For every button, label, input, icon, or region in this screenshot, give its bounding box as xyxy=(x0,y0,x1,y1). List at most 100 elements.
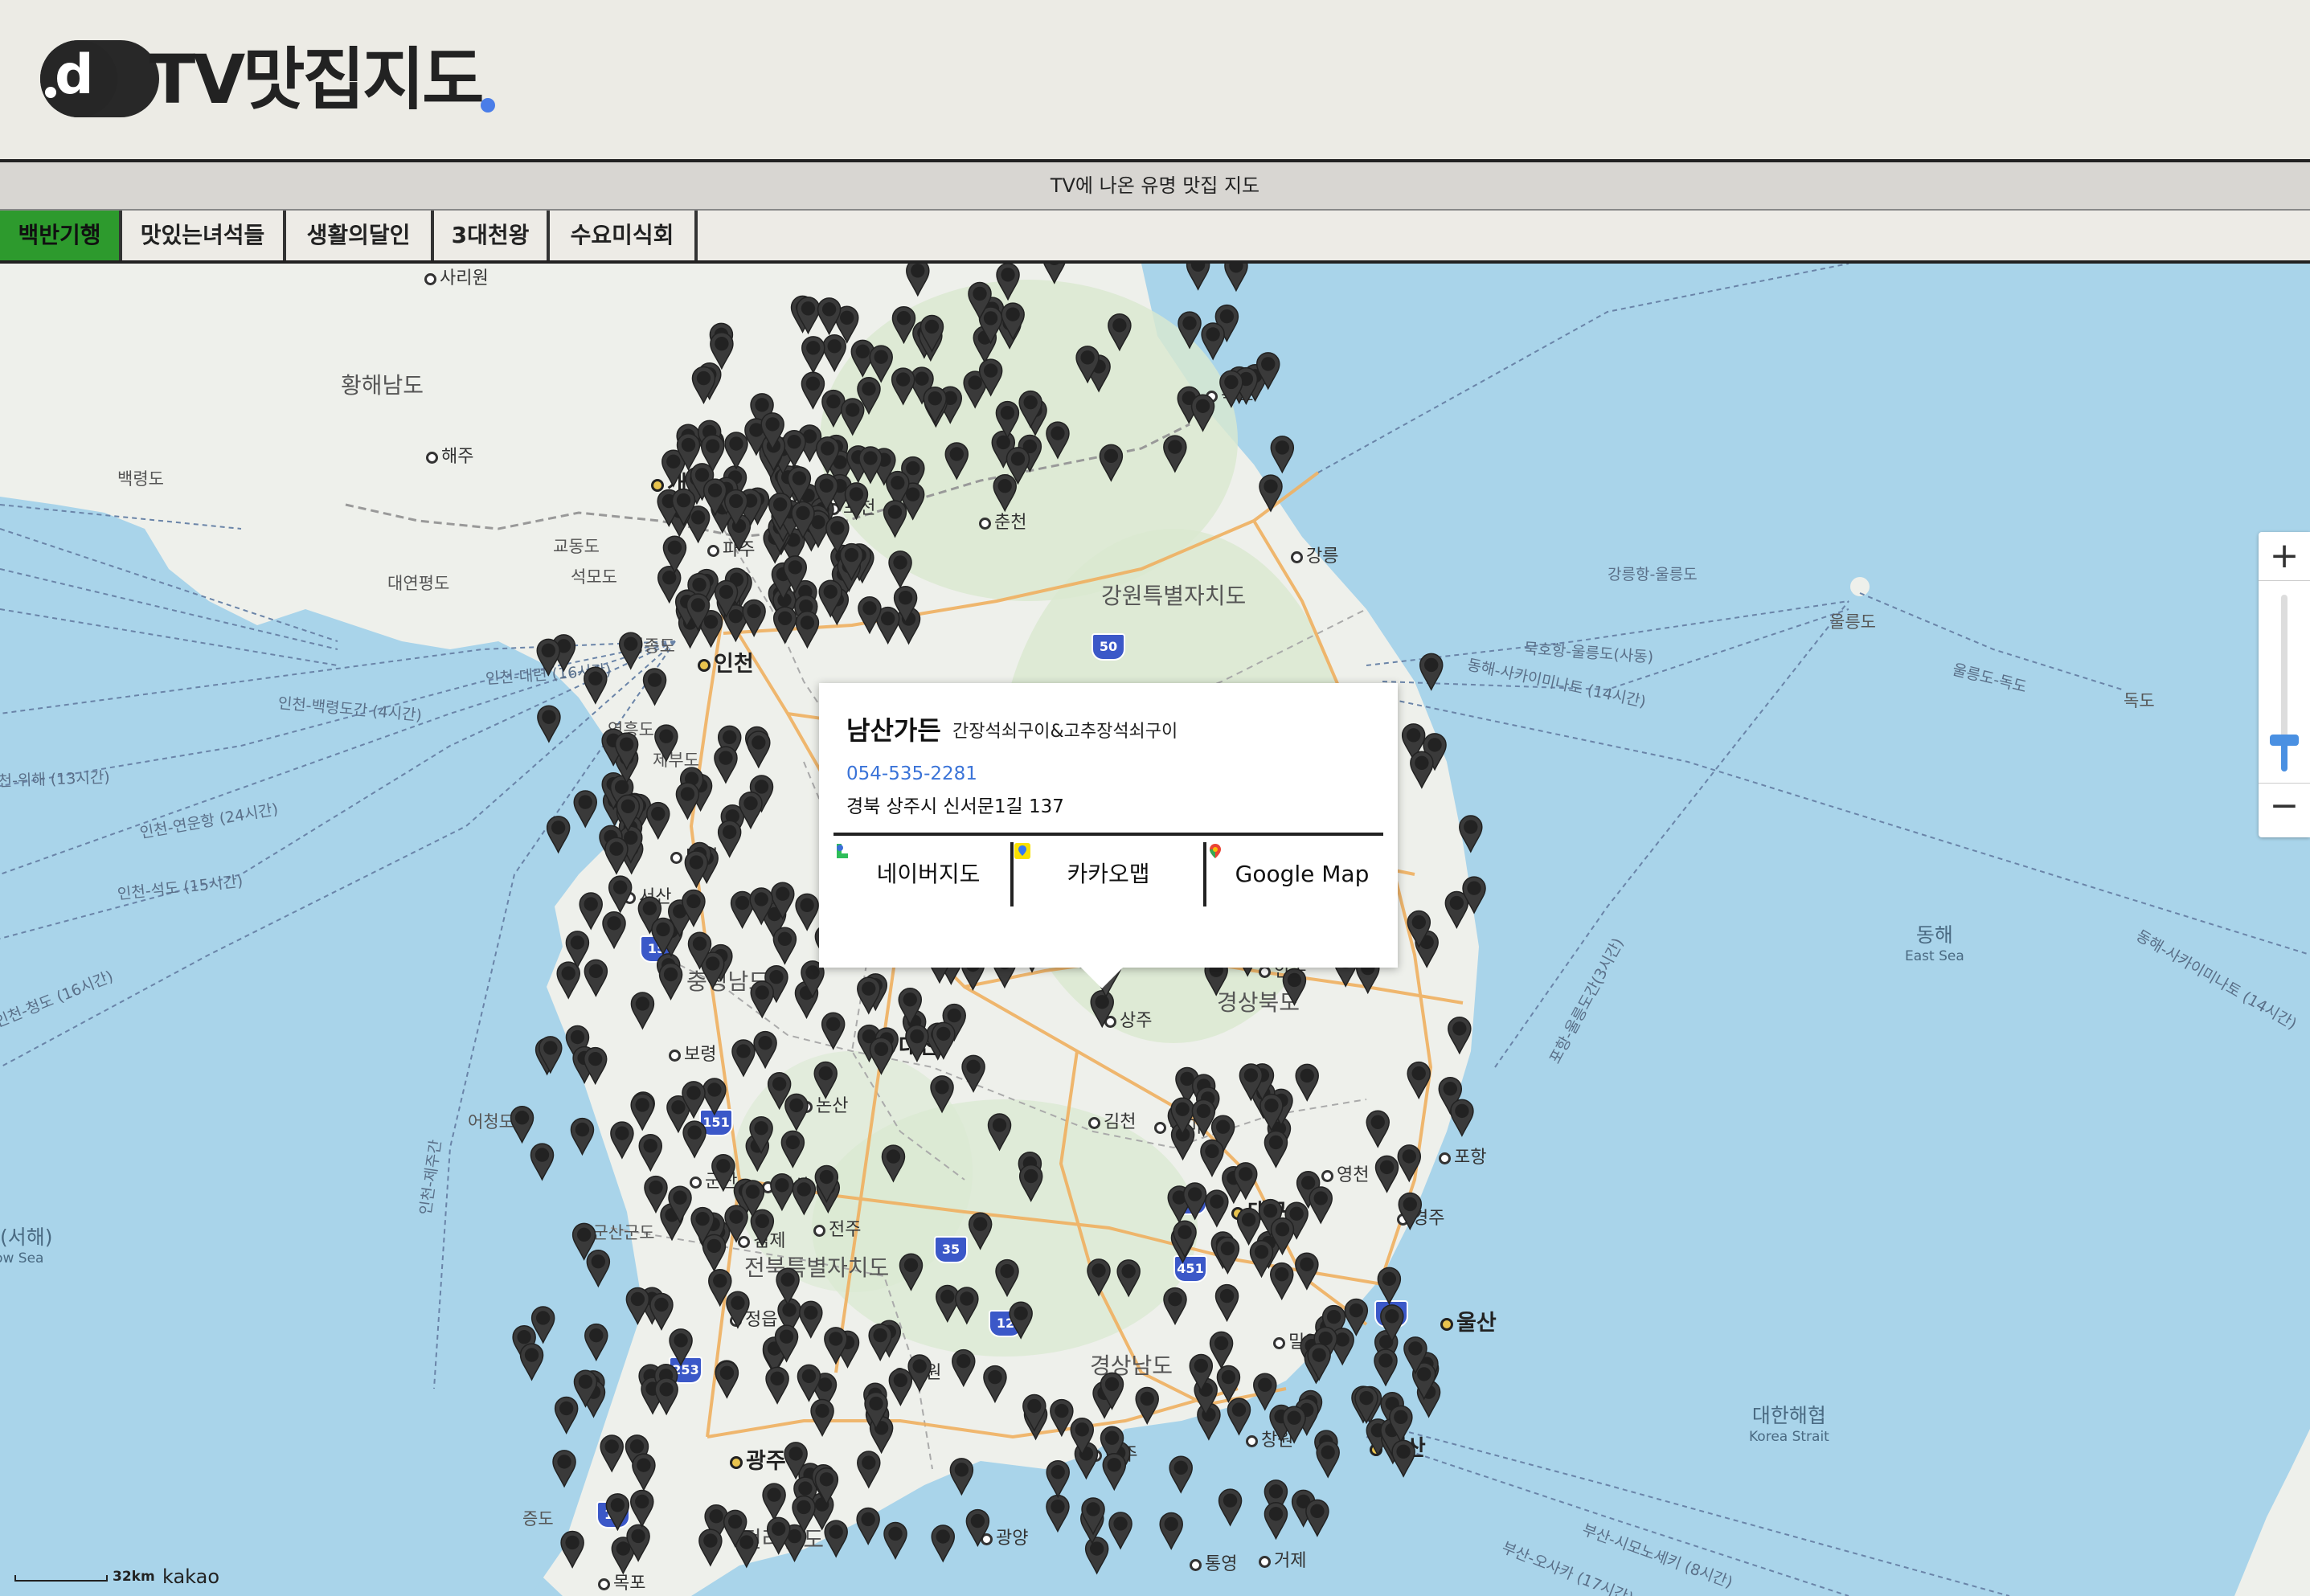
restaurant-marker[interactable] xyxy=(654,1377,678,1416)
restaurant-marker[interactable] xyxy=(883,1521,907,1560)
restaurant-marker[interactable] xyxy=(1163,435,1187,473)
restaurant-marker[interactable] xyxy=(1227,1398,1251,1436)
restaurant-marker[interactable] xyxy=(996,264,1020,301)
restaurant-marker[interactable] xyxy=(742,599,766,637)
restaurant-marker[interactable] xyxy=(1099,444,1124,482)
kakao-map-button[interactable]: 카카오맵 xyxy=(1014,842,1203,906)
restaurant-marker[interactable] xyxy=(1295,1063,1319,1102)
restaurant-marker[interactable] xyxy=(869,345,893,383)
restaurant-marker[interactable] xyxy=(1269,1262,1294,1301)
restaurant-marker[interactable] xyxy=(584,666,608,705)
restaurant-marker[interactable] xyxy=(646,801,670,841)
restaurant-marker[interactable] xyxy=(810,1398,834,1437)
restaurant-marker[interactable] xyxy=(1116,1259,1141,1298)
restaurant-marker[interactable] xyxy=(630,1093,654,1132)
tab-three-kings[interactable]: 3대천왕 xyxy=(434,211,550,260)
restaurant-marker[interactable] xyxy=(955,1287,979,1325)
restaurant-marker[interactable] xyxy=(1305,1499,1329,1537)
restaurant-marker[interactable] xyxy=(625,1287,650,1325)
restaurant-marker[interactable] xyxy=(899,1253,924,1291)
restaurant-marker[interactable] xyxy=(1186,264,1210,291)
restaurant-marker[interactable] xyxy=(993,474,1017,513)
restaurant-marker[interactable] xyxy=(944,442,969,481)
restaurant-marker[interactable] xyxy=(539,1036,563,1074)
restaurant-marker[interactable] xyxy=(584,1323,608,1362)
restaurant-marker[interactable] xyxy=(552,1450,576,1488)
restaurant-marker[interactable] xyxy=(583,1046,608,1086)
restaurant-marker[interactable] xyxy=(1253,1373,1277,1411)
restaurant-marker[interactable] xyxy=(801,336,825,374)
restaurant-marker[interactable] xyxy=(792,1177,817,1216)
restaurant-marker[interactable] xyxy=(1043,264,1066,284)
restaurant-marker[interactable] xyxy=(1295,1252,1319,1291)
restaurant-marker[interactable] xyxy=(608,875,633,914)
restaurant-marker[interactable] xyxy=(1309,1186,1333,1225)
restaurant-marker[interactable] xyxy=(891,367,915,406)
restaurant-marker[interactable] xyxy=(1249,1240,1274,1279)
restaurant-marker[interactable] xyxy=(724,432,748,470)
restaurant-marker[interactable] xyxy=(1084,1537,1109,1575)
restaurant-marker[interactable] xyxy=(717,820,742,858)
restaurant-marker[interactable] xyxy=(715,1361,739,1399)
naver-map-button[interactable]: 네이버지도 xyxy=(833,842,1023,906)
restaurant-marker[interactable] xyxy=(586,1250,611,1288)
restaurant-marker[interactable] xyxy=(858,596,882,635)
restaurant-marker[interactable] xyxy=(1264,1502,1288,1541)
restaurant-marker[interactable] xyxy=(813,1061,838,1099)
restaurant-marker[interactable] xyxy=(537,705,561,743)
restaurant-marker[interactable] xyxy=(961,1054,985,1093)
restaurant-marker[interactable] xyxy=(930,1075,954,1114)
restaurant-marker[interactable] xyxy=(795,893,819,931)
tab-master-of-life[interactable]: 생활의달인 xyxy=(286,211,434,260)
restaurant-marker[interactable] xyxy=(765,1366,789,1405)
restaurant-marker[interactable] xyxy=(1419,653,1444,691)
restaurant-marker[interactable] xyxy=(1046,421,1070,460)
restaurant-marker[interactable] xyxy=(1410,751,1434,789)
restaurant-marker[interactable] xyxy=(824,1520,848,1558)
restaurant-marker[interactable] xyxy=(536,638,561,677)
restaurant-marker[interactable] xyxy=(747,730,771,769)
restaurant-marker[interactable] xyxy=(658,962,683,1001)
restaurant-marker[interactable] xyxy=(1450,1099,1474,1137)
restaurant-marker[interactable] xyxy=(1108,313,1132,352)
restaurant-marker[interactable] xyxy=(1236,1207,1261,1246)
restaurant-marker[interactable] xyxy=(649,1292,674,1331)
restaurant-marker[interactable] xyxy=(1108,1512,1132,1550)
restaurant-marker[interactable] xyxy=(772,606,797,645)
restaurant-marker[interactable] xyxy=(888,550,912,589)
restaurant-marker[interactable] xyxy=(1205,1189,1229,1228)
zoom-in-button[interactable]: + xyxy=(2259,532,2310,581)
restaurant-marker[interactable] xyxy=(1046,1460,1070,1499)
restaurant-marker[interactable] xyxy=(776,1267,800,1306)
restaurant-marker[interactable] xyxy=(936,1284,960,1323)
restaurant-marker[interactable] xyxy=(881,1144,906,1183)
restaurant-phone[interactable]: 054-535-2281 xyxy=(846,763,977,784)
restaurant-name[interactable]: 남산가든 xyxy=(846,710,941,747)
restaurant-marker[interactable] xyxy=(1218,1488,1243,1527)
restaurant-marker[interactable] xyxy=(714,746,738,784)
restaurant-marker[interactable] xyxy=(702,1078,727,1116)
restaurant-marker[interactable] xyxy=(1102,1453,1127,1492)
restaurant-marker[interactable] xyxy=(1046,1494,1070,1533)
restaurant-marker[interactable] xyxy=(556,961,580,1000)
restaurant-marker[interactable] xyxy=(530,1143,555,1181)
restaurant-marker[interactable] xyxy=(844,482,869,521)
restaurant-marker[interactable] xyxy=(570,1117,595,1156)
restaurant-marker[interactable] xyxy=(1018,1164,1043,1202)
restaurant-marker[interactable] xyxy=(1444,890,1469,930)
tab-wednesday-food[interactable]: 수요미식회 xyxy=(550,211,698,260)
restaurant-marker[interactable] xyxy=(630,992,655,1030)
restaurant-marker[interactable] xyxy=(510,1106,534,1144)
restaurant-marker[interactable] xyxy=(1397,1144,1422,1183)
restaurant-marker[interactable] xyxy=(968,1212,993,1250)
restaurant-marker[interactable] xyxy=(983,1365,1007,1404)
restaurant-marker[interactable] xyxy=(669,1328,693,1367)
zoom-out-button[interactable]: − xyxy=(2259,783,2310,832)
restaurant-marker[interactable] xyxy=(1391,1439,1415,1478)
restaurant-marker[interactable] xyxy=(965,1508,990,1548)
restaurant-marker[interactable] xyxy=(638,1134,663,1172)
restaurant-marker[interactable] xyxy=(995,1258,1019,1298)
restaurant-marker[interactable] xyxy=(1374,1348,1398,1387)
restaurant-marker[interactable] xyxy=(698,1528,723,1567)
restaurant-marker[interactable] xyxy=(654,724,678,763)
